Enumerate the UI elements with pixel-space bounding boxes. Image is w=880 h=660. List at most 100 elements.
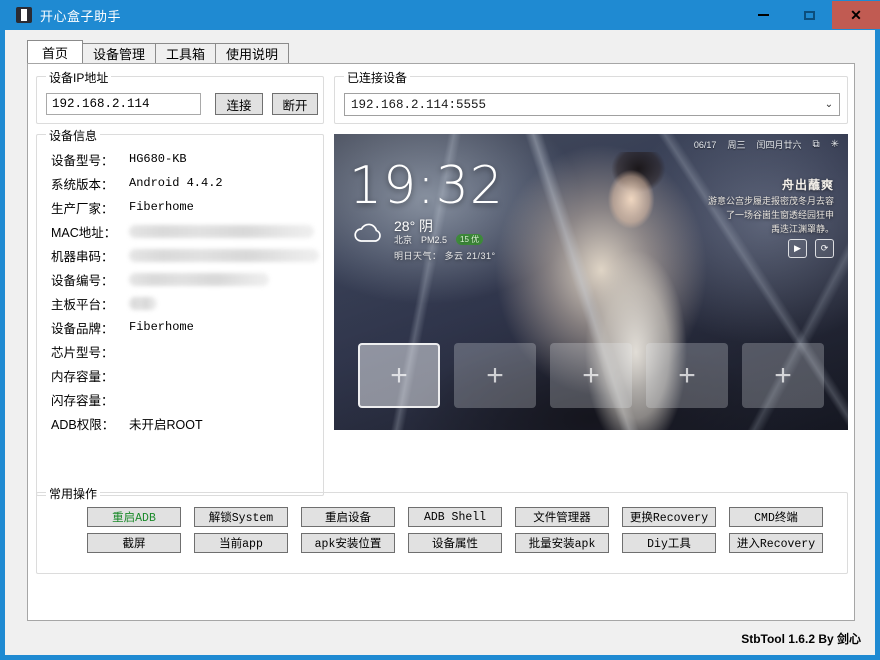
preview-clock: 19:32: [349, 160, 504, 212]
close-button[interactable]: ✕: [832, 1, 880, 29]
preview-poem-body: 游意公宫步履走报密茂冬月去容 了一场谷崮生窗透经园狂申 禹迭江渊罩静。: [666, 194, 834, 236]
device-info-row: 内存容量：: [37, 363, 323, 387]
operation-button[interactable]: CMD终端: [729, 507, 823, 527]
operation-button[interactable]: 批量安装apk: [515, 533, 609, 553]
chevron-down-icon: ⌄: [819, 100, 839, 110]
footer-version-text: StbTool 1.6.2 By 剑心: [741, 630, 861, 647]
operation-button[interactable]: 当前app: [194, 533, 288, 553]
device-info-row: 芯片型号：: [37, 339, 323, 363]
device-info-value-redacted: [129, 225, 314, 238]
device-info-value-redacted: [129, 249, 319, 262]
close-icon: ✕: [850, 8, 862, 22]
device-info-label: ADB权限：: [51, 414, 129, 433]
device-info-value-redacted: [129, 297, 157, 310]
maximize-icon: [804, 11, 815, 20]
preview-date: 06/17: [694, 140, 717, 150]
preview-weekday: 周三: [727, 138, 745, 151]
operation-button[interactable]: 更换Recovery: [622, 507, 716, 527]
operation-button[interactable]: ADB Shell: [408, 507, 502, 527]
preview-poem-title: 舟出蘸爽: [782, 176, 834, 193]
title-bar: 开心盒子助手 ✕: [5, 0, 880, 30]
preview-app-tile[interactable]: +: [646, 343, 728, 408]
operation-button[interactable]: Diy工具: [622, 533, 716, 553]
operation-button[interactable]: apk安装位置: [301, 533, 395, 553]
play-icon[interactable]: ▶: [788, 239, 807, 258]
preview-air-quality: 北京 PM2.5 15 优: [394, 233, 483, 246]
device-info-value: Fiberhome: [129, 320, 194, 334]
device-info-label: MAC地址：: [51, 222, 129, 241]
device-info-value: HG680-KB: [129, 152, 187, 166]
device-info-row: 设备型号：HG680-KB: [37, 147, 323, 171]
tab-page-home: 设备IP地址 连接 断开 已连接设备 192.168.2.114:5555 ⌄ …: [27, 63, 855, 621]
preview-status-bar: 06/17 周三 闰四月廿六 ⧉ ✳: [334, 138, 848, 151]
device-info-group-legend: 设备信息: [46, 127, 100, 144]
operation-button[interactable]: 解锁System: [194, 507, 288, 527]
preview-poem-line: 了一场谷崮生窗透经园狂申: [666, 208, 834, 222]
device-info-value: Fiberhome: [129, 200, 194, 214]
device-info-group: 设备信息 设备型号：HG680-KB系统版本：Android 4.4.2生产厂家…: [36, 134, 324, 496]
bluetooth-icon: ✳: [831, 140, 839, 150]
preview-media-controls: ▶ ⟳: [788, 239, 834, 258]
minimize-icon: [758, 14, 769, 16]
preview-app-tiles: +++++: [334, 343, 848, 408]
preview-app-tile[interactable]: +: [742, 343, 824, 408]
cloud-icon: [352, 222, 386, 244]
preview-lunar-date: 闰四月廿六: [756, 138, 801, 151]
device-info-label: 生产厂家：: [51, 198, 129, 217]
app-film-icon: [16, 7, 32, 23]
connect-button[interactable]: 连接: [215, 93, 263, 115]
operation-button[interactable]: 文件管理器: [515, 507, 609, 527]
device-info-label: 设备编号：: [51, 270, 129, 289]
device-info-label: 系统版本：: [51, 174, 129, 193]
tab-instructions[interactable]: 使用说明: [215, 43, 289, 63]
device-info-label: 内存容量：: [51, 366, 129, 385]
device-info-label: 设备品牌：: [51, 318, 129, 337]
tab-toolbox[interactable]: 工具箱: [155, 43, 216, 63]
operations-grid: 重启ADB 解锁System 重启设备 ADB Shell 文件管理器更换Recover…: [37, 507, 847, 559]
operations-row: 截屏当前app apk安装位置设备属性批量安装apk Diy工具进入Recovery: [37, 533, 847, 553]
ip-address-input[interactable]: [46, 93, 201, 115]
device-info-row: 设备品牌：Fiberhome: [37, 315, 323, 339]
operation-button[interactable]: 重启设备: [301, 507, 395, 527]
tab-device-management[interactable]: 设备管理: [82, 43, 156, 63]
device-info-row: 机器串码：: [37, 243, 323, 267]
maximize-button[interactable]: [787, 1, 832, 29]
connected-device-group-legend: 已连接设备: [344, 69, 410, 86]
disconnect-button[interactable]: 断开: [272, 93, 318, 115]
device-screen-preview[interactable]: 06/17 周三 闰四月廿六 ⧉ ✳ 19:32 28° 阴 北京 PM2.5 …: [334, 134, 848, 430]
device-info-value-redacted: [129, 273, 269, 286]
operation-button[interactable]: 设备属性: [408, 533, 502, 553]
device-info-label: 机器串码：: [51, 246, 129, 265]
device-info-row: 系统版本：Android 4.4.2: [37, 171, 323, 195]
device-ip-group: 设备IP地址 连接 断开: [36, 76, 324, 124]
operation-button[interactable]: 截屏: [87, 533, 181, 553]
preview-app-tile[interactable]: +: [454, 343, 536, 408]
tab-home[interactable]: 首页: [27, 40, 83, 63]
device-info-list: 设备型号：HG680-KB系统版本：Android 4.4.2生产厂家：Fibe…: [37, 147, 323, 435]
device-info-value: Android 4.4.2: [129, 176, 223, 190]
connected-device-select[interactable]: 192.168.2.114:5555 ⌄: [344, 93, 840, 116]
preview-app-tile[interactable]: +: [550, 343, 632, 408]
device-info-row: ADB权限：未开启ROOT: [37, 411, 323, 435]
status-bar: StbTool 1.6.2 By 剑心: [5, 622, 875, 655]
operations-row: 重启ADB 解锁System 重启设备 ADB Shell 文件管理器更换Recover…: [37, 507, 847, 527]
common-operations-group: 常用操作 重启ADB解锁System重启设备ADB Shell文件管理器更换Re…: [36, 492, 848, 574]
preview-tomorrow-weather: 明日天气： 多云 21/31°: [394, 249, 496, 262]
minimize-button[interactable]: [741, 1, 786, 29]
refresh-icon[interactable]: ⟳: [815, 239, 834, 258]
preview-app-tile[interactable]: +: [358, 343, 440, 408]
device-info-label: 主板平台：: [51, 294, 129, 313]
connected-device-group: 已连接设备 192.168.2.114:5555 ⌄: [334, 76, 848, 124]
device-info-row: 主板平台：: [37, 291, 323, 315]
device-info-value: 未开启ROOT: [129, 414, 203, 433]
window-title: 开心盒子助手: [40, 6, 121, 25]
preview-poem-line: 禹迭江渊罩静。: [666, 222, 834, 236]
common-operations-legend: 常用操作: [46, 485, 100, 502]
preview-city: 北京: [394, 233, 412, 246]
device-info-row: 闪存容量：: [37, 387, 323, 411]
operation-button[interactable]: 重启ADB: [87, 507, 181, 527]
device-info-label: 设备型号：: [51, 150, 129, 169]
device-info-row: MAC地址：: [37, 219, 323, 243]
operation-button[interactable]: 进入Recovery: [729, 533, 823, 553]
device-info-label: 闪存容量：: [51, 390, 129, 409]
